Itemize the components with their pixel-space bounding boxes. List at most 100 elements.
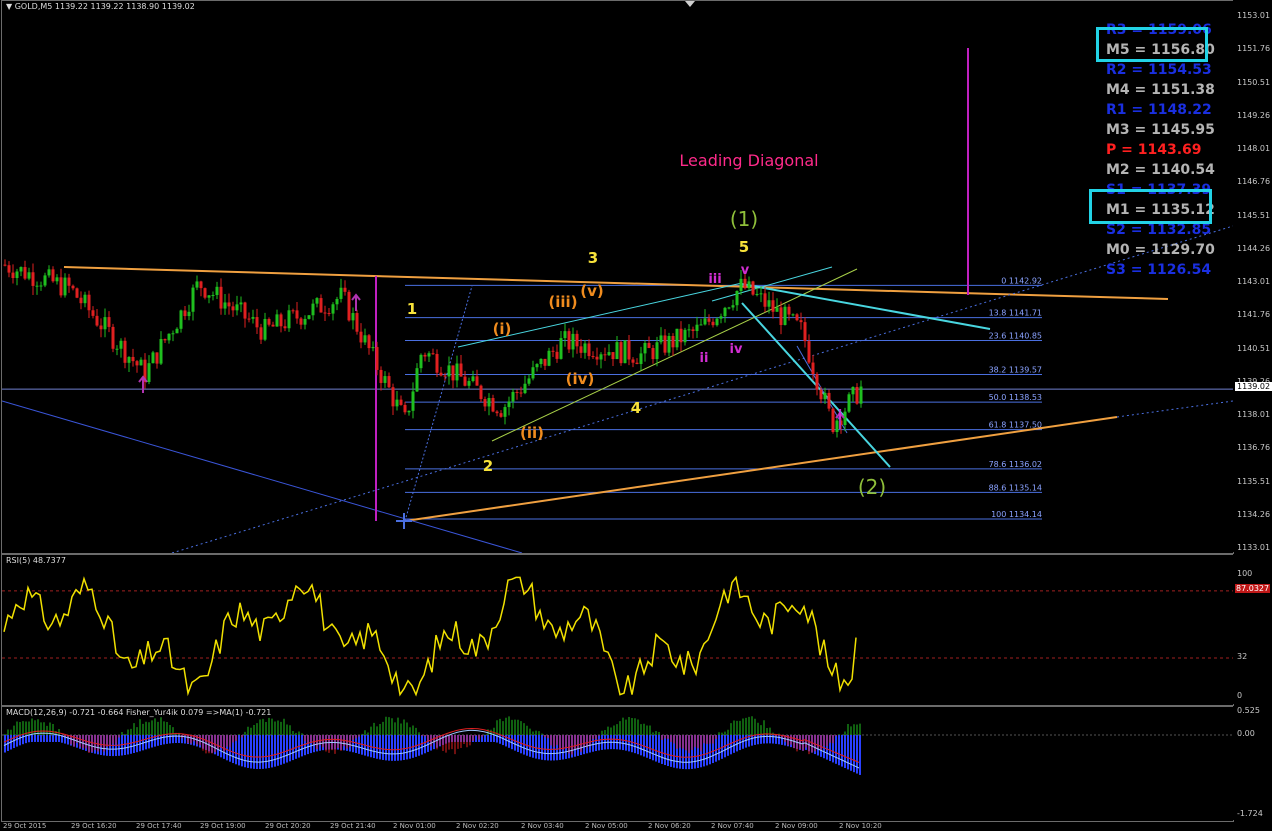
macd-bar — [838, 735, 840, 766]
time-tick: 2 Nov 07:40 — [711, 822, 754, 830]
pivot-s3: S3 = 1126.54 — [1106, 262, 1212, 278]
candle-body — [423, 354, 427, 357]
macd-bar — [652, 735, 654, 761]
candle-body — [827, 392, 831, 409]
candle-body — [403, 404, 407, 413]
candle-body — [667, 336, 671, 353]
price-tick: 1141.76 — [1237, 310, 1271, 320]
candle-body — [587, 343, 591, 357]
candle-body — [119, 340, 123, 349]
time-axis: 29 Oct 2015 29 Oct 16:20 29 Oct 17:40 29 Oc… — [0, 822, 1233, 831]
macd-bar — [376, 735, 378, 759]
candle-body — [295, 310, 299, 319]
macd-bar — [289, 735, 291, 762]
candle-body — [343, 287, 347, 292]
candle-body — [759, 293, 763, 295]
symbol-arrow-icon: ▼ — [6, 2, 13, 11]
candle-body — [859, 386, 863, 404]
macd-bar — [271, 735, 273, 768]
candle-body — [447, 365, 451, 377]
candle-body — [743, 278, 747, 289]
candle-body — [307, 315, 311, 319]
rsi-axis: 100 32 0 87.0327 — [1233, 554, 1272, 704]
candle-body — [355, 313, 359, 332]
candle-body — [171, 333, 175, 335]
candle-body — [291, 310, 295, 312]
macd-tick: 0.525 — [1237, 706, 1260, 715]
candle-body — [531, 367, 535, 379]
fib-38-label: 38.2 1139.57 — [989, 366, 1042, 375]
candle-body — [579, 346, 583, 353]
candle-body — [695, 324, 699, 332]
candle-body — [463, 376, 467, 386]
candle-body — [687, 329, 691, 331]
candle-body — [107, 317, 111, 327]
price-axis[interactable]: 1153.01 1151.76 1150.51 1149.26 1148.01 1146.… — [1233, 0, 1272, 552]
macd-bar — [421, 735, 423, 755]
wave-label: (i) — [493, 320, 512, 338]
macd-bar — [775, 735, 777, 744]
candle-body — [43, 275, 47, 286]
candle-body — [183, 310, 187, 317]
candle-body — [707, 318, 711, 322]
rsi-tick: 0 — [1237, 691, 1243, 700]
macd-bar — [31, 735, 33, 742]
fib-0-label: 0 1142.92 — [1001, 276, 1042, 285]
macd-bar — [139, 735, 141, 752]
candle-body — [451, 365, 455, 381]
price-panel[interactable]: 0 1142.92 13.8 1141.71 23.6 1140.85 38.2 11… — [1, 0, 1234, 554]
candle-body — [315, 298, 319, 304]
wave-label: iii — [708, 272, 721, 287]
candle-body — [847, 394, 851, 412]
candle-body — [651, 348, 655, 360]
macd-bar — [847, 735, 849, 770]
candle-body — [303, 318, 307, 325]
candle-body — [515, 391, 519, 393]
candle-body — [419, 354, 423, 369]
price-tick: 1133.01 — [1237, 543, 1271, 552]
candle-body — [415, 368, 419, 392]
macd-bar — [280, 735, 282, 765]
time-tick: 29 Oct 21:40 — [330, 822, 376, 830]
wave-label: 1 — [407, 300, 417, 318]
candle-body — [787, 306, 791, 315]
macd-bar — [751, 735, 753, 746]
candle-body — [711, 321, 715, 326]
candle-body — [715, 318, 719, 326]
cyan-short-line — [711, 266, 833, 302]
time-tick: 2 Nov 05:00 — [585, 822, 628, 830]
macd-bar — [859, 735, 861, 775]
rsi-panel[interactable]: RSI(5) 48.7377 — [1, 554, 1234, 706]
wave-label: (ii) — [520, 424, 544, 442]
macd-bar — [778, 735, 780, 745]
candle-body — [599, 354, 603, 360]
candle-body — [623, 340, 627, 364]
candle-body — [247, 318, 251, 320]
scroll-marker-icon[interactable] — [685, 1, 695, 7]
wave-2-label: (2) — [858, 475, 886, 499]
macd-bar — [379, 735, 381, 760]
macd-bar — [400, 735, 402, 761]
macd-bar — [844, 735, 846, 768]
price-chart[interactable]: 0 1142.92 13.8 1141.71 23.6 1140.85 38.2 11… — [2, 1, 1233, 553]
candle-body — [11, 272, 15, 278]
macd-bar — [19, 735, 21, 746]
macd-bar — [634, 735, 636, 754]
candle-body — [59, 277, 63, 296]
fib-50-label: 50.0 1138.53 — [989, 393, 1042, 402]
rsi-tick: 32 — [1237, 651, 1248, 661]
candle-body — [771, 300, 775, 312]
candle-body — [7, 265, 11, 273]
macd-bar — [718, 735, 720, 761]
candle-body — [51, 269, 55, 282]
candle-body — [551, 350, 555, 352]
macd-bar — [541, 735, 543, 760]
fib-88-label: 88.6 1135.14 — [989, 483, 1042, 492]
time-tick: 2 Nov 06:20 — [648, 822, 691, 830]
macd-bar — [160, 735, 162, 746]
candle-body — [359, 331, 363, 343]
candle-body — [287, 310, 291, 329]
macd-bar — [484, 735, 486, 742]
macd-panel[interactable]: MACD(12,26,9) -0.721 -0.664 Fisher_Yur4i… — [1, 706, 1234, 822]
candle-body — [791, 314, 795, 316]
